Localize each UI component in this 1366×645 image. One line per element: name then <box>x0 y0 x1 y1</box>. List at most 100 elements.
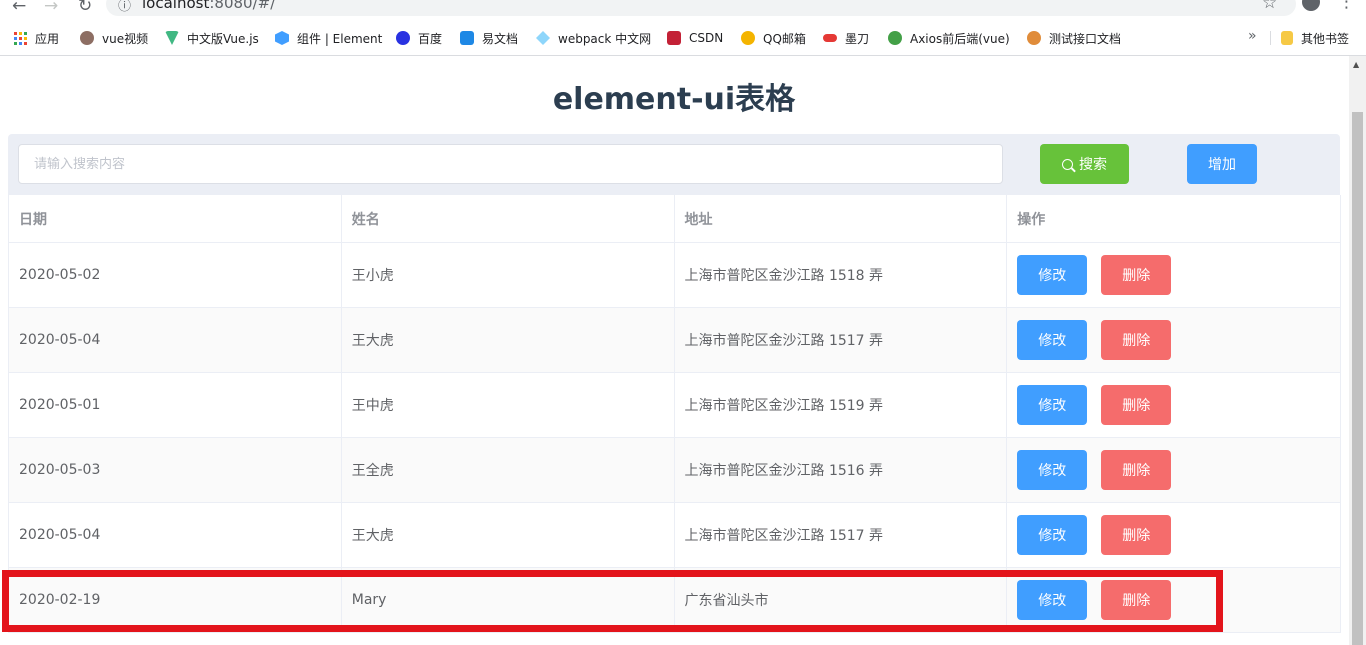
delete-button[interactable]: 删除 <box>1101 320 1172 360</box>
edit-button[interactable]: 修改 <box>1017 580 1088 620</box>
address-cell: 上海市普陀区金沙江路 1517 弄 <box>675 308 1008 372</box>
bookmark-label: webpack 中文网 <box>558 31 652 46</box>
edit-button[interactable]: 修改 <box>1017 385 1088 425</box>
bookmark-label: vue视频 <box>102 31 149 46</box>
site-info-icon[interactable]: ⓘ <box>118 0 131 14</box>
table-row: 2020-05-04 王大虎 上海市普陀区金沙江路 1517 弄 修改 删除 <box>9 503 1340 568</box>
bookmark-other[interactable]: 其他书签 <box>1281 29 1349 47</box>
bookmark-vue-video[interactable]: vue视频 <box>80 29 148 47</box>
actions-cell: 修改 删除 <box>1007 243 1340 307</box>
bookmarks-divider <box>1270 31 1271 45</box>
bookmark-label: QQ邮箱 <box>763 31 806 46</box>
data-table: 日期 姓名 地址 操作 2020-05-02 王小虎 上海市普陀区金沙江路 15… <box>8 195 1341 633</box>
delete-button[interactable]: 删除 <box>1101 450 1172 490</box>
bookmark-label: 其他书签 <box>1301 31 1350 46</box>
menu-kebab-icon[interactable]: ⋮ <box>1338 0 1355 12</box>
column-header-date[interactable]: 日期 <box>9 195 342 242</box>
back-arrow-icon[interactable]: ← <box>12 0 26 16</box>
bookmark-baidu[interactable]: 百度 <box>396 29 442 47</box>
bookmark-api-docs[interactable]: 测试接口文档 <box>1027 29 1121 47</box>
qqmail-icon <box>741 31 755 45</box>
bookmarks-bar: 应用 vue视频 中文版Vue.js 组件 | Element 百度 易文档 w… <box>0 26 1366 50</box>
bookmark-label: 百度 <box>418 31 443 46</box>
apps-grid-icon <box>14 31 27 45</box>
date-cell: 2020-05-02 <box>9 243 342 307</box>
bookmark-modao[interactable]: 墨刀 <box>823 29 869 47</box>
name-cell: 王全虎 <box>342 438 675 502</box>
vue-logo-icon <box>165 31 179 45</box>
forward-arrow-icon[interactable]: → <box>44 0 58 16</box>
bookmark-element[interactable]: 组件 | Element <box>275 29 382 47</box>
search-button[interactable]: 搜索 <box>1040 144 1129 184</box>
bookmark-vuejs-cn[interactable]: 中文版Vue.js <box>165 29 259 47</box>
delete-button[interactable]: 删除 <box>1101 515 1172 555</box>
webpack-cube-icon <box>536 31 550 45</box>
bookmark-qqmail[interactable]: QQ邮箱 <box>741 29 806 47</box>
bookmark-label: CSDN <box>689 31 724 45</box>
bookmark-label: 易文档 <box>482 31 519 46</box>
column-header-name[interactable]: 姓名 <box>342 195 675 242</box>
scroll-up-arrow-icon[interactable]: ▲ <box>1353 60 1359 69</box>
delete-button[interactable]: 删除 <box>1101 580 1172 620</box>
bookmark-label: 组件 | Element <box>297 31 383 46</box>
address-cell: 上海市普陀区金沙江路 1517 弄 <box>675 503 1008 567</box>
date-cell: 2020-05-03 <box>9 438 342 502</box>
search-toolbar: 搜索 增加 <box>8 134 1340 195</box>
bookmark-apps[interactable]: 应用 <box>14 29 59 47</box>
name-cell: 王大虎 <box>342 308 675 372</box>
reload-icon[interactable]: ↻ <box>78 0 92 16</box>
add-button[interactable]: 增加 <box>1187 144 1257 184</box>
edit-button[interactable]: 修改 <box>1017 450 1088 490</box>
baidu-paw-icon <box>396 31 410 45</box>
address-bar-row: ← → ↻ ⓘ localhost:8080/#/ ☆ ⋮ <box>0 0 1366 20</box>
bookmark-yiwendang[interactable]: 易文档 <box>460 29 518 47</box>
table-row: 2020-02-19 Mary 广东省汕头市 修改 删除 <box>9 568 1340 633</box>
bookmarks-overflow-icon[interactable]: » <box>1248 28 1257 44</box>
account-avatar-icon[interactable] <box>1302 0 1320 11</box>
bookmark-label: 测试接口文档 <box>1049 31 1122 46</box>
bookmark-axios[interactable]: Axios前后端(vue) <box>888 29 1010 47</box>
delete-button[interactable]: 删除 <box>1101 385 1172 425</box>
actions-cell: 修改 删除 <box>1007 373 1340 437</box>
folder-icon <box>1281 31 1293 45</box>
column-header-address[interactable]: 地址 <box>675 195 1008 242</box>
scrollbar-thumb[interactable] <box>1352 112 1363 645</box>
table-row: 2020-05-04 王大虎 上海市普陀区金沙江路 1517 弄 修改 删除 <box>9 308 1340 373</box>
column-header-actions: 操作 <box>1017 211 1046 228</box>
name-cell: 王小虎 <box>342 243 675 307</box>
edit-button[interactable]: 修改 <box>1017 515 1088 555</box>
add-button-label: 增加 <box>1208 157 1236 173</box>
yiwendang-w-icon <box>460 31 474 45</box>
edit-button[interactable]: 修改 <box>1017 320 1088 360</box>
bookmark-webpack[interactable]: webpack 中文网 <box>536 29 651 47</box>
search-button-label: 搜索 <box>1079 157 1107 173</box>
url-host: localhost <box>142 0 210 12</box>
bookmark-star-icon[interactable]: ☆ <box>1262 0 1277 13</box>
search-input[interactable] <box>18 144 1003 184</box>
axios-leaf-icon <box>888 31 902 45</box>
page-title: element-ui表格 <box>552 82 796 117</box>
bookmark-label: Axios前后端(vue) <box>910 31 1010 46</box>
table-row: 2020-05-01 王中虎 上海市普陀区金沙江路 1519 弄 修改 删除 <box>9 373 1340 438</box>
url-path: :8080/#/ <box>209 0 276 12</box>
api-docs-icon <box>1027 31 1041 45</box>
edit-button[interactable]: 修改 <box>1017 255 1088 295</box>
page-scrollbar[interactable]: ▲ <box>1349 56 1366 645</box>
address-cell: 上海市普陀区金沙江路 1519 弄 <box>675 373 1008 437</box>
name-cell: Mary <box>342 568 675 632</box>
element-logo-icon <box>275 31 289 45</box>
delete-button[interactable]: 删除 <box>1101 255 1172 295</box>
actions-cell: 修改 删除 <box>1007 568 1340 632</box>
date-cell: 2020-02-19 <box>9 568 342 632</box>
date-cell: 2020-05-04 <box>9 308 342 372</box>
table-header-row: 日期 姓名 地址 操作 <box>9 195 1340 243</box>
address-bar[interactable]: ⓘ localhost:8080/#/ <box>106 0 1296 16</box>
date-cell: 2020-05-04 <box>9 503 342 567</box>
url-text: localhost:8080/#/ <box>142 0 275 12</box>
actions-cell: 修改 删除 <box>1007 503 1340 567</box>
table-row: 2020-05-02 王小虎 上海市普陀区金沙江路 1518 弄 修改 删除 <box>9 243 1340 308</box>
address-cell: 广东省汕头市 <box>675 568 1008 632</box>
bookmark-csdn[interactable]: CSDN <box>667 29 723 47</box>
browser-chrome: ← → ↻ ⓘ localhost:8080/#/ ☆ ⋮ 应用 vue视频 中… <box>0 0 1366 56</box>
address-cell: 上海市普陀区金沙江路 1518 弄 <box>675 243 1008 307</box>
